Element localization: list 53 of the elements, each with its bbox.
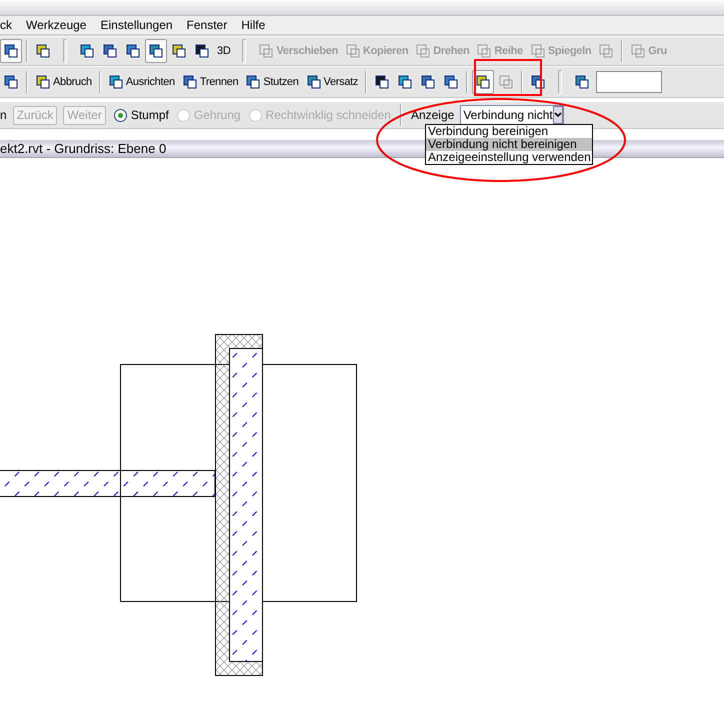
toolbar-button[interactable]: Ausrichten: [104, 70, 178, 94]
tool-icon: [420, 74, 436, 90]
tool-icon: [574, 74, 590, 90]
tool-icon: [102, 43, 118, 59]
tool-icon: [35, 43, 51, 59]
toolbar-button[interactable]: Versatz: [302, 70, 362, 94]
tool-icon: [182, 74, 198, 90]
tool-icon: [475, 74, 492, 90]
option-label: n: [0, 108, 7, 122]
tool-icon: [3, 43, 19, 59]
toolbar-button[interactable]: [145, 39, 167, 63]
radio-option[interactable]: Stumpf: [114, 108, 169, 122]
tool-icon: [125, 43, 141, 59]
tool-icon: [598, 43, 614, 59]
toolbar-button[interactable]: [472, 70, 494, 94]
view-title: ekt2.rvt - Grundriss: Ebene 0: [0, 141, 166, 156]
toolbar-button[interactable]: Abbruch: [32, 70, 95, 94]
toolbar-button[interactable]: 3D: [214, 39, 234, 63]
tool-icon: [148, 43, 164, 59]
tool-icon: [3, 74, 19, 90]
tool-icon: [374, 74, 390, 90]
tool-icon: [630, 43, 646, 59]
highlight-rectangle: [474, 59, 542, 96]
tool-icon: [79, 43, 95, 59]
menu-item[interactable]: Einstellungen: [100, 18, 173, 32]
menu-item[interactable]: ck: [0, 18, 12, 32]
tool-icon: [443, 74, 460, 90]
menu-item[interactable]: Werkzeuge: [26, 18, 86, 32]
display-label: Anzeige: [410, 108, 454, 122]
tool-icon: [415, 43, 432, 59]
tool-icon: [35, 74, 51, 90]
tool-icon: [530, 43, 546, 59]
tool-icon: [258, 43, 274, 59]
caret-icon: [554, 112, 562, 118]
toolbar-button[interactable]: Trennen: [178, 70, 242, 94]
tool-icon: [108, 74, 124, 90]
tool-icon: [476, 43, 492, 59]
dropdown-option[interactable]: Verbindung nicht bereinigen: [426, 138, 592, 151]
tool-icon: [530, 74, 546, 90]
tool-icon: [171, 43, 187, 59]
menu-item[interactable]: Fenster: [186, 18, 228, 32]
tool-icon: [306, 74, 322, 90]
display-dropdown[interactable]: Verbindung nicht: [460, 105, 564, 125]
toolbar-button[interactable]: Stutzen: [242, 70, 302, 94]
tool-icon: [344, 43, 361, 59]
tool-icon: [194, 43, 210, 59]
tool-icon: [498, 74, 514, 90]
tool-icon: [245, 74, 262, 90]
tool-icon: [397, 74, 414, 90]
toolbar-button[interactable]: [0, 39, 22, 63]
dropdown-option[interactable]: Anzeigeeinstellung verwenden: [426, 151, 592, 164]
text-field[interactable]: [596, 71, 662, 93]
menu-item[interactable]: Hilfe: [241, 18, 266, 32]
